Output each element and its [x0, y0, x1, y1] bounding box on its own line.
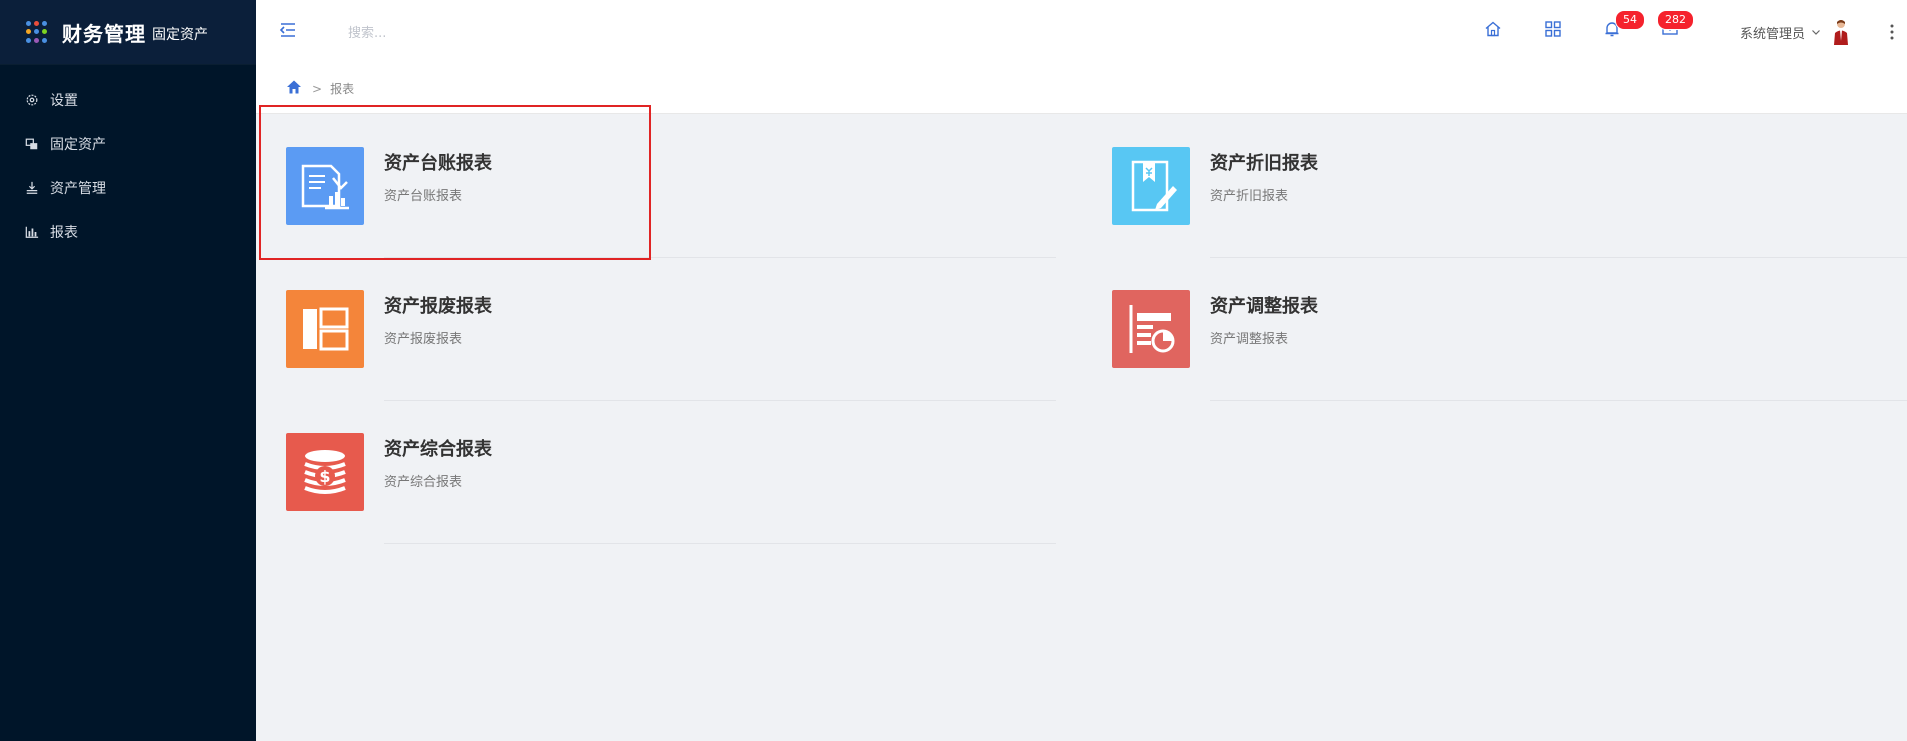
brand-title: 财务管理: [62, 21, 146, 46]
sidebar-item-settings[interactable]: 设置: [0, 78, 256, 122]
gear-icon: [24, 92, 40, 108]
brand-subtitle: 固定资产: [152, 27, 208, 43]
report-description: 资产调整报表: [1210, 332, 1289, 347]
user-name: 系统管理员: [1740, 26, 1806, 42]
sidebar-item-fixed-assets[interactable]: 固定资产: [0, 122, 256, 166]
sidebar-item-label: 设置: [50, 93, 78, 109]
report-description: 资产折旧报表: [1210, 189, 1289, 204]
more-vertical-icon[interactable]: [1888, 22, 1896, 42]
report-description: 资产台账报表: [384, 189, 463, 204]
report-title: 资产折旧报表: [1210, 153, 1318, 174]
coins-dollar-icon: $: [286, 433, 364, 511]
avatar: [1834, 20, 1849, 45]
report-title: 资产调整报表: [1210, 296, 1318, 317]
layout-panel-icon: [286, 290, 364, 368]
notification-bell-icon[interactable]: 54: [1603, 10, 1645, 42]
report-card-ledger[interactable]: 资产台账报表 资产台账报表: [256, 115, 1056, 258]
report-description: 资产综合报表: [384, 475, 463, 490]
manage-icon: [24, 180, 40, 196]
report-card-comprehensive[interactable]: $ 资产综合报表 资产综合报表: [256, 401, 1056, 544]
message-badge: 282: [1657, 10, 1694, 30]
sidebar-item-asset-management[interactable]: 资产管理: [0, 166, 256, 210]
sidebar-item-label: 报表: [50, 225, 78, 241]
report-card-adjustment[interactable]: 资产调整报表 资产调整报表: [1082, 258, 1907, 401]
pie-report-icon: [1112, 290, 1190, 368]
search-input[interactable]: [346, 18, 610, 48]
sidebar-item-reports[interactable]: 报表: [0, 210, 256, 254]
app-grid-icon: [26, 21, 48, 43]
message-mail-icon[interactable]: 282: [1657, 10, 1694, 42]
report-description: 资产报废报表: [384, 332, 463, 347]
report-title: 资产报废报表: [384, 296, 492, 317]
apps-grid-icon[interactable]: [1544, 20, 1566, 42]
report-title: 资产综合报表: [384, 439, 492, 460]
report-list: 资产台账报表 资产台账报表 资产折旧报表 资产折旧报表 资产报废报表 资产报废报…: [256, 115, 1907, 741]
report-title: 资产台账报表: [384, 153, 492, 174]
breadcrumb-current: 报表: [330, 82, 355, 96]
brand: 财务管理 固定资产: [0, 0, 256, 64]
top-header: 54 282 系统管理员: [256, 0, 1907, 64]
svg-text:$: $: [319, 467, 330, 486]
chevron-down-icon: [1812, 30, 1820, 35]
user-menu[interactable]: 系统管理员: [1740, 18, 1851, 46]
breadcrumb: > 报表: [256, 64, 1907, 114]
divider: [384, 543, 1056, 544]
menu-collapse-icon[interactable]: [278, 20, 298, 40]
depreciation-icon: [1112, 147, 1190, 225]
report-card-depreciation[interactable]: 资产折旧报表 资产折旧报表: [1082, 115, 1907, 258]
sidebar-menu: 设置 固定资产 资产管理 报表: [0, 78, 256, 254]
sidebar-item-label: 资产管理: [50, 181, 106, 197]
asset-icon: [24, 136, 40, 152]
divider: [1210, 400, 1907, 401]
breadcrumb-separator: >: [312, 81, 323, 96]
home-icon[interactable]: [1484, 20, 1506, 42]
notification-badge: 54: [1615, 10, 1645, 30]
report-card-scrap[interactable]: 资产报废报表 资产报废报表: [256, 258, 1056, 401]
breadcrumb-home-icon[interactable]: [286, 79, 302, 98]
sidebar: 财务管理 固定资产 设置 固定资产 资产管理 报表: [0, 0, 256, 741]
ledger-chart-icon: [286, 147, 364, 225]
bar-chart-icon: [24, 224, 40, 240]
sidebar-item-label: 固定资产: [50, 137, 106, 153]
